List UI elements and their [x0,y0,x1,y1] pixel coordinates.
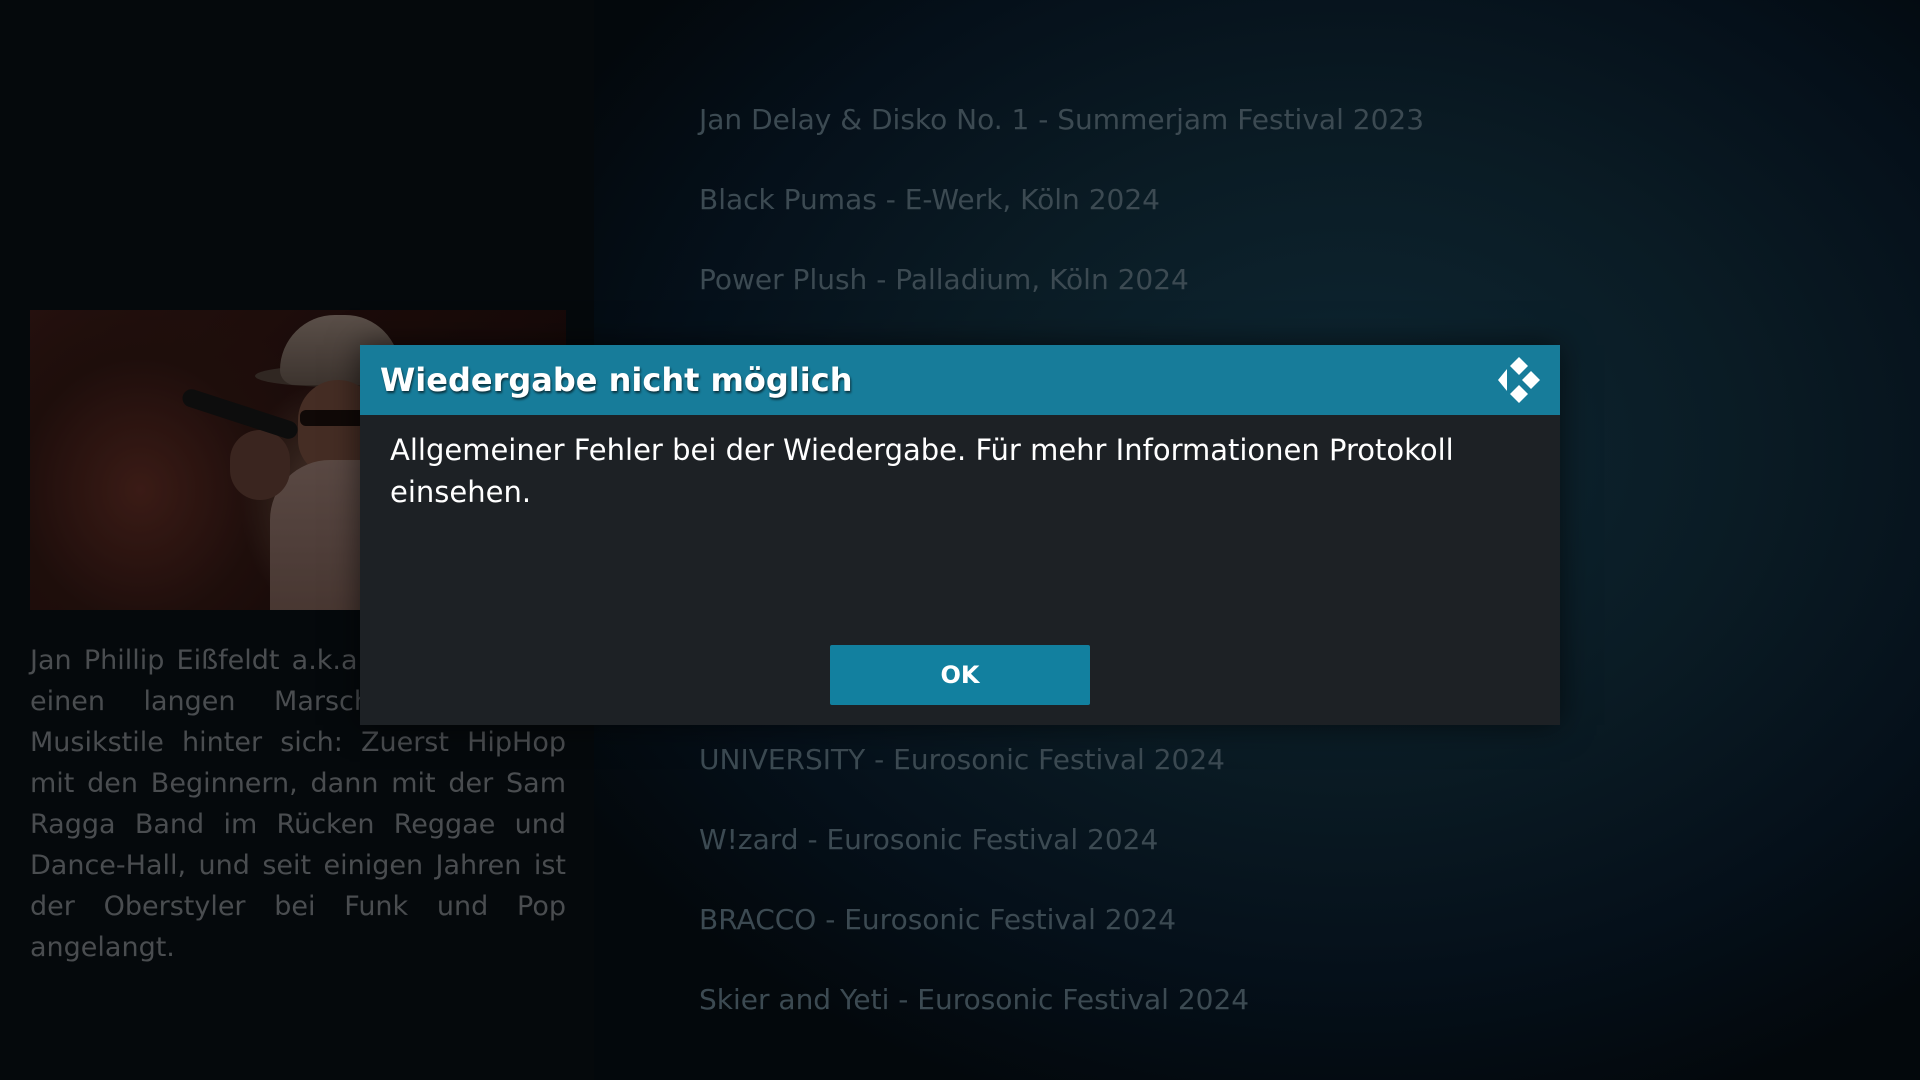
list-item[interactable]: UNIVERSITY - Eurosonic Festival 2024 [699,735,1799,815]
kodi-screen: Jan Phillip Eißfeldt a.k.a. Jan Delay ha… [0,0,1920,1080]
list-item[interactable]: BRACCO - Eurosonic Festival 2024 [699,895,1799,975]
dialog-message: Allgemeiner Fehler bei der Wiedergabe. F… [390,433,1454,509]
list-item[interactable]: Black Pumas - E-Werk, Köln 2024 [699,175,1799,255]
list-item[interactable]: Skier and Yeti - Eurosonic Festival 2024 [699,975,1799,1055]
list-item[interactable]: W!zard - Eurosonic Festival 2024 [699,815,1799,895]
dialog-header: Wiedergabe nicht möglich [360,345,1560,415]
list-item[interactable]: Jan Delay & Disko No. 1 - Summerjam Fest… [699,95,1799,175]
list-item[interactable]: Power Plush - Palladium, Köln 2024 [699,255,1799,335]
error-dialog: Wiedergabe nicht möglich Allgemeiner Feh… [360,345,1560,725]
ok-button[interactable]: OK [830,645,1090,705]
kodi-logo-icon [1498,357,1540,403]
dialog-title: Wiedergabe nicht möglich [380,361,853,399]
